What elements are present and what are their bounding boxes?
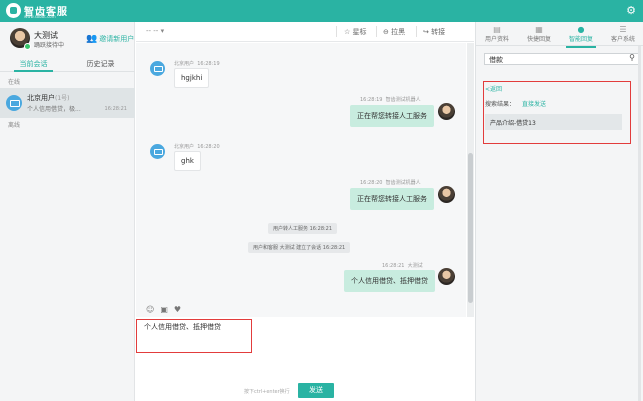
block-button[interactable]: ⊖ 拉黑 <box>383 27 405 37</box>
session-tabs: 当前会话 历史记录 <box>0 58 135 72</box>
editor-toolbar: ☺ ▣ ♥ <box>146 305 187 314</box>
robot-message: 正在帮您转接人工服务 <box>350 105 434 127</box>
search-input[interactable]: 借款 ⚲ <box>484 53 639 65</box>
quick-reply-icon: ▦ <box>535 25 543 34</box>
divider <box>336 26 337 37</box>
chat-toolbar: -- -- ▾ ☆ 星标 ⊖ 拉黑 ↪ 转接 <box>136 22 474 42</box>
agent-message: 个人信用借贷、抵押借贷 <box>344 270 435 292</box>
message-meta: 北京用户 16:28:20 <box>174 144 220 150</box>
user-card-icon: ▤ <box>493 25 501 34</box>
star-icon: ☆ <box>344 28 351 36</box>
group-offline[interactable]: 离线 <box>8 120 20 129</box>
customer-message: hgjkhi <box>174 68 210 88</box>
message-meta: 16:28:20 智齿测试机器人 <box>360 180 421 186</box>
customer-avatar <box>150 61 165 76</box>
message-meta: 16:28:21 大测试 <box>382 263 423 269</box>
divider <box>376 26 377 37</box>
list-item[interactable]: 北京用户(1号) 个人信用借贷，极... 16:28:21 <box>0 88 135 118</box>
session-name: 北京用户(1号) <box>27 94 70 102</box>
highlight-box <box>136 319 252 353</box>
chat-panel: -- -- ▾ ☆ 星标 ⊖ 拉黑 ↪ 转接 北京用户 16:28:19 hgj… <box>136 22 474 401</box>
highlight-box <box>483 81 631 144</box>
robot-message: 正在帮您转接人工服务 <box>350 188 434 210</box>
message-meta: 16:28:19 智齿测试机器人 <box>360 97 421 103</box>
send-hint: 按下ctrl+enter换行 <box>244 389 290 395</box>
gear-icon[interactable]: ⚙ <box>626 4 636 17</box>
title-bar: 智齿客服 www.sobot.com ⚙ <box>0 0 643 22</box>
scrollbar-thumb[interactable] <box>468 153 473 303</box>
tab-customer-system[interactable]: ☰ 客户系统 <box>602 25 643 43</box>
menu-icon: ☰ <box>619 25 627 34</box>
logo-icon <box>6 3 21 18</box>
satisfaction-icon[interactable]: ♥ <box>174 305 181 314</box>
session-sidebar: 大测试 踊跃接待中 👥 邀请新用户 当前会话 历史记录 在线 北京用户(1号) 个… <box>0 22 135 401</box>
robot-avatar <box>438 186 455 203</box>
session-time: 16:28:21 <box>104 106 127 112</box>
monitor-icon <box>6 95 22 111</box>
tab-history[interactable]: 历史记录 <box>67 59 134 69</box>
tab-quick-reply[interactable]: ▦ 快捷回复 <box>518 25 560 43</box>
image-icon[interactable]: ▣ <box>160 305 168 314</box>
robot-avatar <box>438 103 455 120</box>
invite-label: 邀请新用户 <box>99 35 135 43</box>
session-tag: (1号) <box>55 95 70 102</box>
session-preview: 个人信用借贷，极... <box>27 106 81 113</box>
add-user-icon: 👥 <box>86 34 98 44</box>
message-list[interactable]: 北京用户 16:28:19 hgjkhi 16:28:19 智齿测试机器人 正在… <box>136 43 466 317</box>
search-icon[interactable]: ⚲ <box>629 53 635 62</box>
group-online[interactable]: 在线 <box>8 77 20 86</box>
transfer-button[interactable]: ↪ 转接 <box>423 27 445 37</box>
invite-user-button[interactable]: 👥 邀请新用户 <box>86 34 134 44</box>
message-meta: 北京用户 16:28:19 <box>174 61 220 67</box>
transfer-icon: ↪ <box>423 28 429 36</box>
session-select[interactable]: -- -- ▾ <box>146 27 164 35</box>
online-status-dot <box>24 43 31 50</box>
emoji-icon[interactable]: ☺ <box>146 305 154 314</box>
agent-profile: 大测试 踊跃接待中 👥 邀请新用户 <box>0 22 135 58</box>
send-button[interactable]: 发送 <box>298 383 334 398</box>
scrollbar[interactable] <box>467 43 474 317</box>
app-url: www.sobot.com <box>24 14 56 19</box>
block-icon: ⊖ <box>383 28 389 36</box>
tab-smart-reply[interactable]: ● 智能回复 <box>560 25 602 48</box>
tab-current-sessions[interactable]: 当前会话 <box>0 59 67 72</box>
customer-avatar <box>150 144 165 159</box>
assistant-tabs: ▤ 用户资料 ▦ 快捷回复 ● 智能回复 ☰ 客户系统 <box>476 22 643 48</box>
smart-reply-icon: ● <box>577 25 585 34</box>
customer-message: ghk <box>174 151 201 171</box>
star-button[interactable]: ☆ 星标 <box>344 27 367 37</box>
divider <box>416 26 417 37</box>
agent-avatar <box>438 268 455 285</box>
assistant-panel: ▤ 用户资料 ▦ 快捷回复 ● 智能回复 ☰ 客户系统 借款 ⚲ <返回 搜索结果： 直… <box>475 22 643 401</box>
system-message: 用户转人工服务 16:28:21 <box>268 223 338 234</box>
system-message: 用户和客服 大测试 建立了会话 16:28:21 <box>248 242 351 253</box>
tab-user-profile[interactable]: ▤ 用户资料 <box>476 25 518 43</box>
scrollbar[interactable] <box>638 46 641 401</box>
agent-status[interactable]: 踊跃接待中 <box>34 40 64 49</box>
search-value[interactable]: 借款 <box>489 55 503 65</box>
